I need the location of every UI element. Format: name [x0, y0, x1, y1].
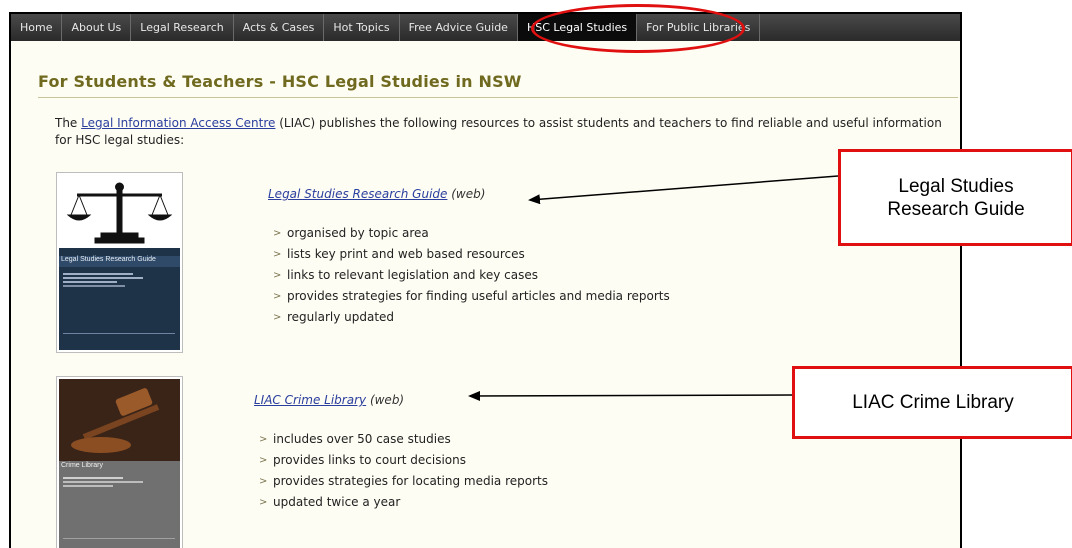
chevron-right-icon: >	[273, 312, 282, 323]
crime-library-features: > includes over 50 case studies > provides…	[259, 429, 548, 513]
nav-acts-cases[interactable]: Acts & Cases	[234, 14, 325, 41]
title-divider	[38, 97, 958, 98]
list-item: > lists key print and web based resources	[273, 244, 670, 265]
crime-library-cover-title: Crime Library	[61, 462, 104, 469]
feature-text: provides strategies for finding useful a…	[287, 289, 670, 303]
research-guide-web-label: (web)	[447, 187, 486, 201]
callout-crime-library: LIAC Crime Library	[792, 366, 1072, 439]
callout-research-guide: Legal Studies Research Guide	[838, 149, 1072, 246]
list-item: > includes over 50 case studies	[259, 429, 548, 450]
list-item: > provides links to court decisions	[259, 450, 548, 471]
feature-text: provides links to court decisions	[273, 453, 466, 467]
intro-text-before: The	[55, 116, 82, 130]
main-navigation: Home About Us Legal Research Acts & Case…	[11, 14, 960, 41]
research-guide-features: > organised by topic area > lists key prin…	[273, 223, 670, 328]
feature-text: organised by topic area	[287, 226, 429, 240]
list-item: > organised by topic area	[273, 223, 670, 244]
liac-link[interactable]: Legal Information Access Centre	[81, 116, 275, 130]
crime-library-web-label: (web)	[366, 393, 405, 407]
list-item: > links to relevant legislation and key c…	[273, 265, 670, 286]
list-item: > provides strategies for finding useful …	[273, 286, 670, 307]
nav-home[interactable]: Home	[11, 14, 63, 41]
nav-about-us[interactable]: About Us	[62, 14, 132, 41]
feature-text: regularly updated	[287, 310, 395, 324]
chevron-right-icon: >	[273, 228, 282, 239]
feature-text: lists key print and web based resources	[287, 247, 525, 261]
chevron-right-icon: >	[273, 291, 282, 302]
nav-legal-research[interactable]: Legal Research	[131, 14, 234, 41]
chevron-right-icon: >	[259, 497, 268, 508]
research-guide-link[interactable]: Legal Studies Research Guide	[268, 187, 447, 201]
chevron-right-icon: >	[259, 476, 268, 487]
research-guide-cover-title: Legal Studies Research Guide	[61, 256, 156, 263]
list-item: > updated twice a year	[259, 492, 548, 513]
research-guide-cover[interactable]: Legal Studies Research Guide	[56, 172, 183, 353]
list-item: > regularly updated	[273, 307, 670, 328]
highlight-oval	[531, 4, 745, 53]
page-title: For Students & Teachers - HSC Legal Stud…	[38, 72, 522, 91]
callout-crime-library-text: LIAC Crime Library	[852, 392, 1014, 413]
feature-text: provides strategies for locating media r…	[273, 474, 548, 488]
crime-library-heading: LIAC Crime Library (web)	[254, 393, 404, 407]
callout-research-guide-text: Legal Studies Research Guide	[887, 175, 1025, 220]
crime-library-link[interactable]: LIAC Crime Library	[254, 393, 366, 407]
feature-text: links to relevant legislation and key ca…	[287, 268, 538, 282]
chevron-right-icon: >	[259, 455, 268, 466]
chevron-right-icon: >	[273, 249, 282, 260]
feature-text: includes over 50 case studies	[273, 432, 451, 446]
list-item: > provides strategies for locating media …	[259, 471, 548, 492]
chevron-right-icon: >	[259, 434, 268, 445]
browser-page: Home About Us Legal Research Acts & Case…	[9, 12, 962, 548]
research-guide-heading: Legal Studies Research Guide (web)	[268, 187, 485, 201]
feature-text: updated twice a year	[273, 495, 401, 509]
intro-paragraph: The Legal Information Access Centre (LIA…	[55, 115, 955, 149]
crime-library-cover[interactable]: Crime Library	[56, 376, 183, 548]
chevron-right-icon: >	[273, 270, 282, 281]
nav-free-advice-guide[interactable]: Free Advice Guide	[400, 14, 518, 41]
nav-hot-topics[interactable]: Hot Topics	[324, 14, 400, 41]
